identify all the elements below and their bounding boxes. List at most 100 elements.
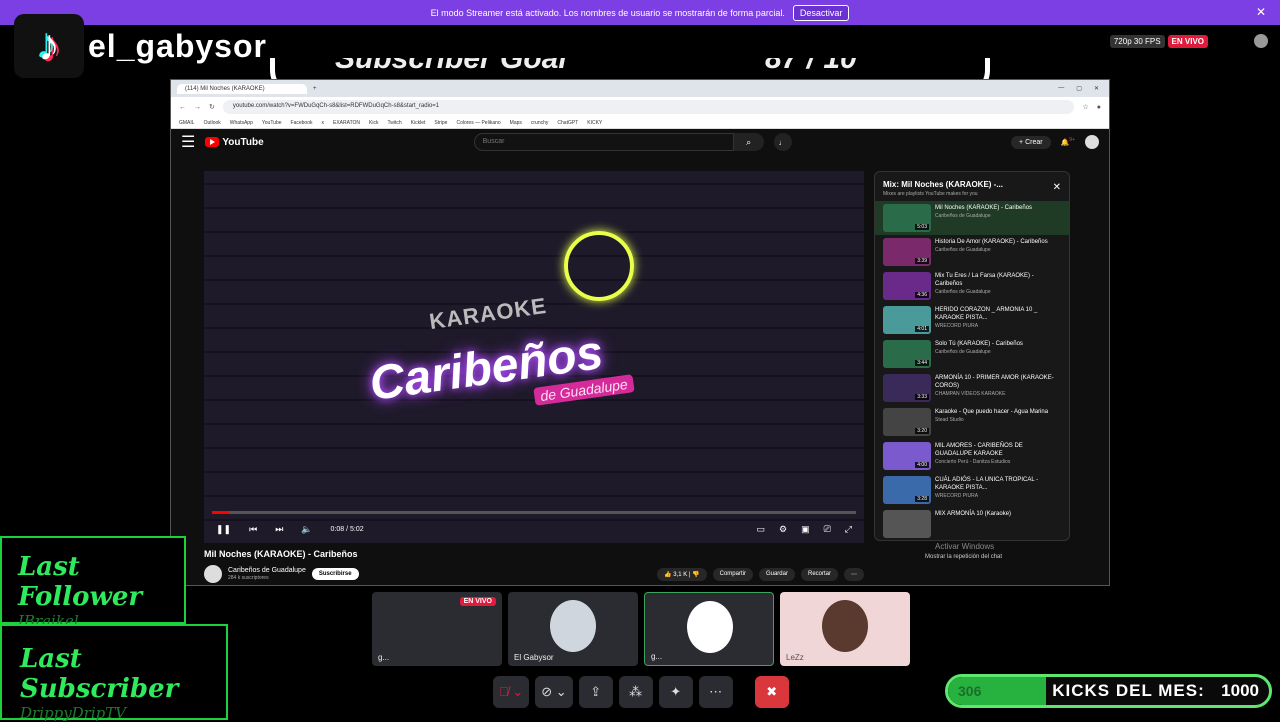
participant-name: g... [651,652,663,661]
bookmark-item[interactable]: GMAIL [179,120,195,126]
bookmark-item[interactable]: Facebook [291,120,313,126]
back-icon[interactable]: ← [179,104,186,111]
bookmark-item[interactable]: Stripe [434,120,447,126]
bookmark-item[interactable]: Kicklet [411,120,426,126]
playlist-item[interactable]: 5:03 Mil Noches (KARAOKE) - Caribeños Cari… [875,201,1069,235]
video-title: Mil Noches (KARAOKE) - Caribeños [204,549,358,559]
close-window-icon[interactable]: ✕ [1094,85,1099,92]
new-tab-icon[interactable]: + [313,86,317,92]
minimize-icon[interactable]: — [1058,85,1064,92]
share-button[interactable]: Compartir [712,567,753,581]
channel-avatar[interactable] [204,565,222,583]
thumbnail: 4:36 [883,272,931,300]
kicks-current: 306 [958,683,982,699]
soundboard-icon[interactable]: ✦ [658,676,693,708]
subtitles-icon[interactable]: ▭ [756,524,765,535]
bookmark-item[interactable]: Maps [510,120,522,126]
playlist-item[interactable]: 4:01 HERIDO CORAZON _ ARMONIA 10 _ KARAOK… [875,303,1069,337]
thumbnail: 3:44 [883,340,931,368]
mute-mic-icon[interactable]: 🎙̸ ⌄ [493,676,530,708]
playlist-item[interactable]: 4:36 Mix Tu Eres / La Farsa (KARAOKE) - C… [875,269,1069,303]
subscribe-button[interactable]: Suscribirse [311,568,359,580]
close-icon[interactable]: ✕ [1256,5,1266,19]
playlist-item[interactable]: 3:20 Karaoke - Que puedo hacer - Agua Mar… [875,405,1069,439]
avatar[interactable] [1085,135,1099,149]
mic-icon[interactable]: ♩ [773,133,792,151]
browser-tab[interactable]: (114) Mil Noches (KARAOKE) [177,83,307,94]
cast-icon[interactable]: ⎚ [824,524,831,535]
bookmark-item[interactable]: Twitch [388,120,402,126]
deactivate-button[interactable]: Desactivar [792,4,850,21]
screen-share-icon[interactable]: ⇪ [578,676,613,708]
chat-replay-button[interactable]: Mostrar la repetición del chat [925,554,1002,560]
channel-name-link[interactable]: Caribeños de Guadalupe [228,567,306,574]
search-input[interactable]: Buscar [473,133,734,151]
theater-icon[interactable]: ▣ [801,524,810,535]
bookmark-item[interactable]: Kick [369,120,378,126]
star-icon[interactable]: ☆ [1082,103,1088,111]
previous-icon[interactable]: ⏮ [249,524,257,535]
gear-icon[interactable]: ⚙ [779,524,787,535]
playlist-item[interactable]: 3:33 ARMONÍA 10 - PRIMER AMOR (KARAOKE-CO… [875,371,1069,405]
save-button[interactable]: Guardar [758,567,795,581]
maximize-icon[interactable]: ▢ [1076,85,1082,92]
thumbnail: 4:01 [883,306,931,334]
bookmark-item[interactable]: Outlook [204,120,221,126]
next-icon[interactable]: ⏭ [275,524,283,535]
playlist-item[interactable]: 3:44 Solo Tú (KARAOKE) - Caribeños Caribeñ… [875,337,1069,371]
activities-icon[interactable]: ⁂ [618,676,653,708]
item-title: CUÁL ADIÓS - LA UNICA TROPICAL - KARAOKE… [935,477,1039,491]
pause-icon[interactable]: ❚❚ [216,524,231,535]
video-player[interactable]: KARAOKE Caribeños de Guadalupe ❚❚ ⏮ ⏭ 🔈 … [204,171,864,543]
playlist-item[interactable]: 3:28 CUÁL ADIÓS - LA UNICA TROPICAL - KAR… [875,473,1069,507]
reload-icon[interactable]: ↻ [209,103,215,111]
item-meta: ARMONÍA 10 - PRIMER AMOR (KARAOKE-COROS)… [935,374,1061,398]
clip-button[interactable]: Recortar [800,567,838,581]
like-button[interactable]: 👍 3,1 K | 👎 [657,567,707,581]
close-icon[interactable]: ✕ [1053,182,1061,193]
tiktok-logo: ♪ [14,14,84,78]
participant-tile[interactable]: LeZz [780,592,910,666]
disconnect-icon[interactable]: ✖ [754,676,789,708]
bookmark-item[interactable]: crunchy [531,120,549,126]
right-controls: ▭ ⚙ ▣ ⎚ ⤢ [756,524,852,535]
bookmark-item[interactable]: Colores — Pelikano [456,120,500,126]
search-icon[interactable]: ⌕ [733,133,764,151]
thumbnail: 4:00 [883,442,931,470]
profile-icon[interactable]: ● [1097,104,1101,111]
progress-bar[interactable] [212,511,856,514]
more-icon[interactable]: ⋯ [698,676,733,708]
playlist-item[interactable]: 4:00 MIL AMORES - CARIBEÑOS DE GUADALUPE … [875,439,1069,473]
thumbnail: 5:03 [883,204,931,232]
create-button[interactable]: + Crear [1011,135,1051,149]
menu-icon[interactable]: ☰ [181,132,195,152]
bookmark-item[interactable]: WhatsApp [230,120,253,126]
volume-icon[interactable]: 🔈 [301,524,312,535]
duration: 4:01 [915,326,929,332]
participant-tile[interactable]: g... [644,592,774,666]
bookmark-item[interactable]: YouTube [262,120,282,126]
last-subscriber-label: Last Subscriber [20,644,179,704]
playlist-item[interactable]: MIX ARMONÍA 10 (Karaoke) [875,507,1069,540]
item-meta: CUÁL ADIÓS - LA UNICA TROPICAL - KARAOKE… [935,476,1061,500]
duration: 5:03 [915,224,929,230]
bell-icon[interactable]: 🔔9+ [1061,137,1075,146]
camera-off-icon[interactable]: ⊘ ⌄ [535,676,573,708]
item-title: MIL AMORES - CARIBEÑOS DE GUADALUPE KARA… [935,443,1023,457]
youtube-logo[interactable]: YouTube [205,137,264,148]
fullscreen-icon[interactable]: ⤢ [845,524,852,535]
forward-icon[interactable]: → [194,104,201,111]
bookmark-item[interactable]: ChatGPT [557,120,578,126]
participant-tile[interactable]: EN VIVO g... [372,592,502,666]
url-field[interactable]: youtube.com/watch?v=FWDuGqCh-s8&list=RDF… [222,100,1075,114]
participant-tile[interactable]: El Gabysor [508,592,638,666]
bookmark-item[interactable]: x [322,120,325,126]
play-logo-icon [205,137,220,147]
settings-icon[interactable] [1254,34,1268,48]
bookmark-item[interactable]: EXARATON [333,120,360,126]
more-button[interactable]: ⋯ [844,567,864,581]
item-title: Karaoke - Que puedo hacer - Agua Marina [935,409,1049,415]
playlist-item[interactable]: 3:39 Historia De Amor (KARAOKE) - Caribeñ… [875,235,1069,269]
bookmark-item[interactable]: KICKY [587,120,602,126]
last-subscriber-value: DrippyDripTV [20,704,127,722]
